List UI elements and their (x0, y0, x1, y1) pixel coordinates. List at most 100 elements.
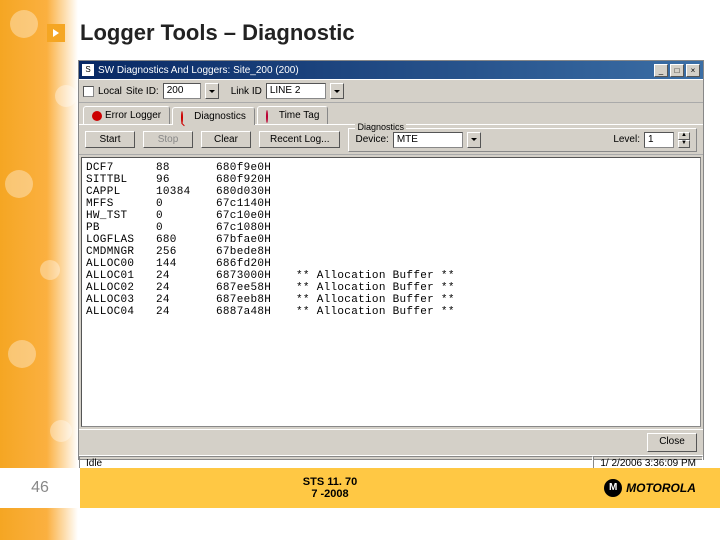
decorative-circle (10, 10, 38, 38)
decorative-stripe (0, 0, 78, 540)
device-field[interactable]: MTE (393, 132, 463, 148)
decorative-circle (55, 85, 77, 107)
row-name: ALLOC03 (86, 294, 156, 306)
row-note (296, 258, 696, 270)
row-hex: 67c10e0H (216, 210, 296, 222)
row-name: PB (86, 222, 156, 234)
motorola-icon: M (604, 479, 622, 497)
decorative-circle (5, 170, 33, 198)
row-hex: 67bfae0H (216, 234, 296, 246)
log-row: ALLOC0324687eeb8H** Allocation Buffer ** (86, 294, 696, 306)
device-dropdown[interactable] (467, 132, 481, 148)
footer-center: STS 11. 70 7 -2008 (80, 476, 580, 500)
row-note (296, 234, 696, 246)
row-note: ** Allocation Buffer ** (296, 306, 696, 318)
log-row: SITTBL96680f920H (86, 174, 696, 186)
row-note (296, 222, 696, 234)
row-hex: 680f9e0H (216, 162, 296, 174)
row-value: 88 (156, 162, 216, 174)
row-hex: 6873000H (216, 270, 296, 282)
titlebar[interactable]: S SW Diagnostics And Loggers: Site_200 (… (79, 61, 703, 79)
row-name: MFFS (86, 198, 156, 210)
row-name: SITTBL (86, 174, 156, 186)
row-value: 680 (156, 234, 216, 246)
recent-log-button[interactable]: Recent Log... (259, 131, 340, 148)
row-note (296, 198, 696, 210)
minimize-button[interactable]: _ (654, 64, 668, 77)
tab-label: Error Logger (105, 110, 161, 121)
log-row: LOGFLAS68067bfae0H (86, 234, 696, 246)
row-name: ALLOC01 (86, 270, 156, 282)
app-icon: S (82, 64, 94, 76)
group-legend: Diagnostics (355, 122, 406, 132)
log-row: ALLOC00144686fd20H (86, 258, 696, 270)
row-name: ALLOC02 (86, 282, 156, 294)
tab-error-logger[interactable]: Error Logger (83, 106, 170, 124)
decorative-circle (40, 260, 60, 280)
diagnostics-group: Diagnostics Device: MTE Level: 1 ▲ ▼ (348, 128, 697, 152)
siteid-field[interactable]: 200 (163, 83, 201, 99)
toolbar-site: Local Site ID: 200 Link ID LINE 2 (79, 79, 703, 103)
row-name: ALLOC04 (86, 306, 156, 318)
row-value: 24 (156, 270, 216, 282)
toolbar-diagnostics: Start Stop Clear Recent Log... Diagnosti… (79, 125, 703, 155)
level-field[interactable]: 1 (644, 132, 674, 148)
tab-label: Diagnostics (194, 111, 246, 122)
siteid-label: Site ID: (126, 86, 159, 97)
row-name: CMDMNGR (86, 246, 156, 258)
log-output[interactable]: DCF788680f9e0HSITTBL96680f920HCAPPL10384… (81, 157, 701, 427)
spin-down[interactable]: ▼ (678, 140, 690, 148)
row-name: DCF7 (86, 162, 156, 174)
row-name: LOGFLAS (86, 234, 156, 246)
row-note: ** Allocation Buffer ** (296, 282, 696, 294)
page-number: 46 (0, 468, 80, 508)
device-label: Device: (355, 134, 388, 145)
row-note: ** Allocation Buffer ** (296, 270, 696, 282)
row-note (296, 186, 696, 198)
row-hex: 687eeb8H (216, 294, 296, 306)
level-spinner[interactable]: ▲ ▼ (678, 132, 690, 148)
tab-timetag[interactable]: Time Tag (257, 106, 329, 124)
row-value: 0 (156, 222, 216, 234)
motorola-logo: M MOTOROLA (580, 479, 720, 497)
decorative-circle (8, 340, 36, 368)
window-title: SW Diagnostics And Loggers: Site_200 (20… (98, 65, 652, 76)
log-row: CMDMNGR25667bede8H (86, 246, 696, 258)
row-note (296, 174, 696, 186)
tab-label: Time Tag (279, 110, 320, 121)
row-hex: 6887a48H (216, 306, 296, 318)
row-name: CAPPL (86, 186, 156, 198)
row-value: 0 (156, 198, 216, 210)
app-window: S SW Diagnostics And Loggers: Site_200 (… (78, 60, 704, 460)
spin-up[interactable]: ▲ (678, 132, 690, 140)
row-hex: 687ee58H (216, 282, 296, 294)
row-value: 24 (156, 306, 216, 318)
siteid-dropdown[interactable] (205, 83, 219, 99)
start-button[interactable]: Start (85, 131, 135, 148)
row-hex: 67c1140H (216, 198, 296, 210)
local-checkbox[interactable] (83, 86, 94, 97)
linkid-field[interactable]: LINE 2 (266, 83, 326, 99)
row-value: 144 (156, 258, 216, 270)
maximize-button[interactable]: □ (670, 64, 684, 77)
level-label: Level: (613, 134, 640, 145)
log-row: MFFS067c1140H (86, 198, 696, 210)
row-hex: 680d030H (216, 186, 296, 198)
close-button[interactable]: × (686, 64, 700, 77)
page-title: Logger Tools – Diagnostic (80, 20, 355, 46)
close-panel-button[interactable]: Close (647, 433, 697, 452)
row-value: 24 (156, 282, 216, 294)
stop-button[interactable]: Stop (143, 131, 193, 148)
clear-button[interactable]: Clear (201, 131, 251, 148)
row-note (296, 162, 696, 174)
bullet-icon (47, 24, 65, 42)
magnifier-icon (181, 112, 191, 122)
row-hex: 67c1080H (216, 222, 296, 234)
tab-diagnostics[interactable]: Diagnostics (172, 107, 255, 125)
linkid-dropdown[interactable] (330, 83, 344, 99)
row-value: 0 (156, 210, 216, 222)
log-row: CAPPL10384680d030H (86, 186, 696, 198)
decorative-circle (50, 420, 72, 442)
row-note: ** Allocation Buffer ** (296, 294, 696, 306)
error-icon (92, 111, 102, 121)
